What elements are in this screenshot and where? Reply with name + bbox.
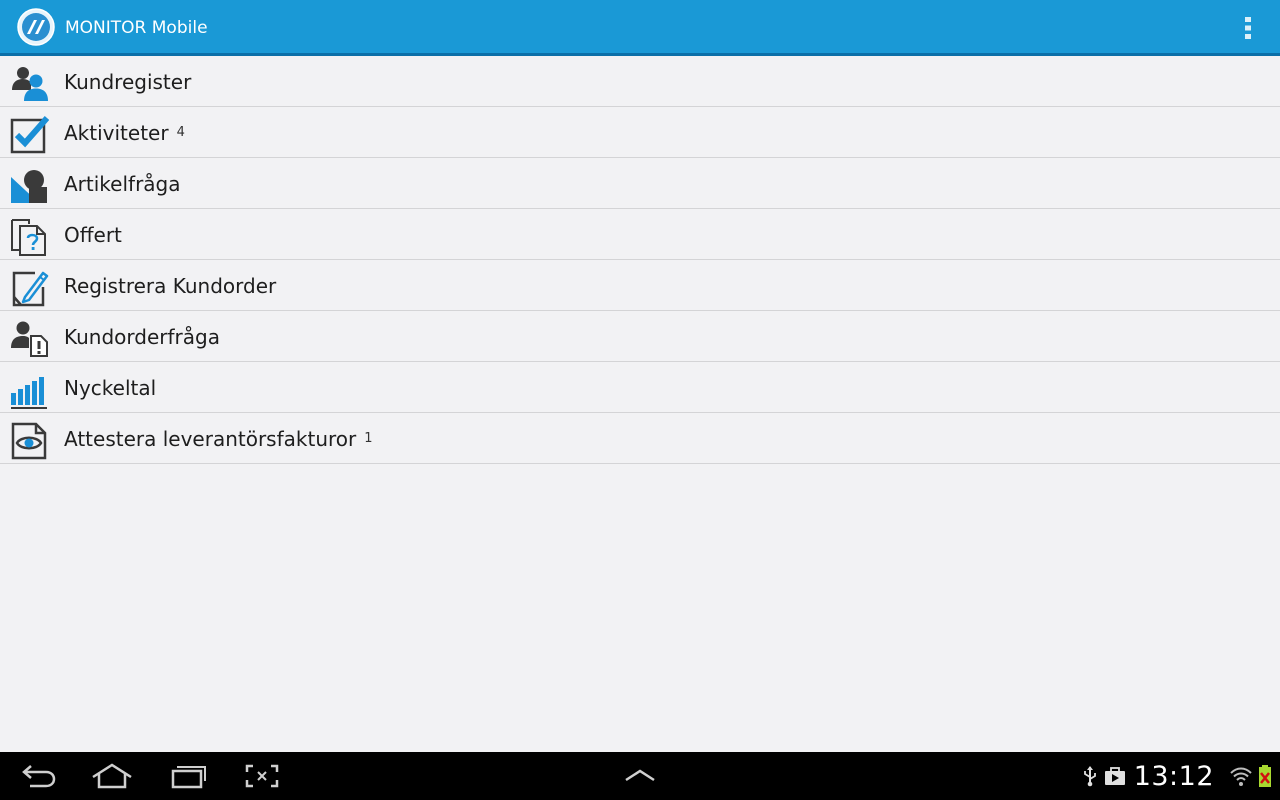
menu-item-offert[interactable]: Offert <box>0 209 1280 260</box>
screen: MONITOR Mobile Kundregister Aktiviteter … <box>0 0 1280 800</box>
menu-item-registrera-kundorder[interactable]: Registrera Kundorder <box>0 260 1280 311</box>
app-tray-button[interactable] <box>618 760 662 792</box>
chevron-up-icon <box>625 769 655 782</box>
menu-item-kundorderfraga[interactable]: Kundorderfråga <box>0 311 1280 362</box>
menu-item-label: Kundorderfråga <box>64 325 220 349</box>
edit-pencil-icon <box>9 267 49 307</box>
menu-item-label: Nyckeltal <box>64 376 157 400</box>
eye-document-icon <box>9 420 49 460</box>
menu-item-kundregister[interactable]: Kundregister <box>0 56 1280 107</box>
battery-charging-icon <box>1258 764 1272 788</box>
app-logo-icon[interactable] <box>17 8 55 46</box>
checkbox-checked-icon <box>9 114 49 154</box>
menu-item-label: Aktiviteter <box>64 121 169 145</box>
home-icon <box>92 763 132 789</box>
article-query-icon <box>9 165 49 205</box>
bar-chart-icon <box>9 369 49 409</box>
screenshot-button[interactable] <box>240 760 284 792</box>
menu-item-label: Registrera Kundorder <box>64 274 277 298</box>
menu-item-label: Offert <box>64 223 122 247</box>
usb-icon <box>1082 765 1098 787</box>
action-bar: MONITOR Mobile <box>0 0 1280 56</box>
app-title: MONITOR Mobile <box>65 18 208 38</box>
status-area[interactable]: 13:12 <box>1076 752 1272 800</box>
menu-item-badge: 1 <box>364 431 373 446</box>
quote-document-icon <box>9 216 49 256</box>
menu-item-nyckeltal[interactable]: Nyckeltal <box>0 362 1280 413</box>
menu-item-artikelfraga[interactable]: Artikelfråga <box>0 158 1280 209</box>
customer-register-icon <box>9 63 49 103</box>
back-arrow-icon <box>22 765 56 788</box>
status-clock: 13:12 <box>1133 760 1214 792</box>
overflow-dots-icon <box>1245 17 1251 39</box>
recent-apps-button[interactable] <box>166 760 210 792</box>
menu-item-label: Kundregister <box>64 70 192 94</box>
menu-item-attestera-leverantorsfakturor[interactable]: Attestera leverantörsfakturor 1 <box>0 413 1280 464</box>
customer-order-query-icon <box>9 318 49 358</box>
menu-item-badge: 4 <box>176 125 185 140</box>
screenshot-icon <box>245 764 279 788</box>
back-button[interactable] <box>17 760 61 792</box>
wifi-icon <box>1230 765 1252 787</box>
menu-item-aktiviteter[interactable]: Aktiviteter 4 <box>0 107 1280 158</box>
system-nav-bar: 13:12 <box>0 752 1280 800</box>
home-button[interactable] <box>90 760 134 792</box>
menu-item-label: Attestera leverantörsfakturor <box>64 427 357 451</box>
menu-item-label: Artikelfråga <box>64 172 181 196</box>
recent-apps-icon <box>171 766 206 789</box>
main-menu-list: Kundregister Aktiviteter 4 Artikelfråga <box>0 56 1280 464</box>
overflow-menu-button[interactable] <box>1232 12 1264 44</box>
media-notification-icon <box>1104 766 1126 786</box>
